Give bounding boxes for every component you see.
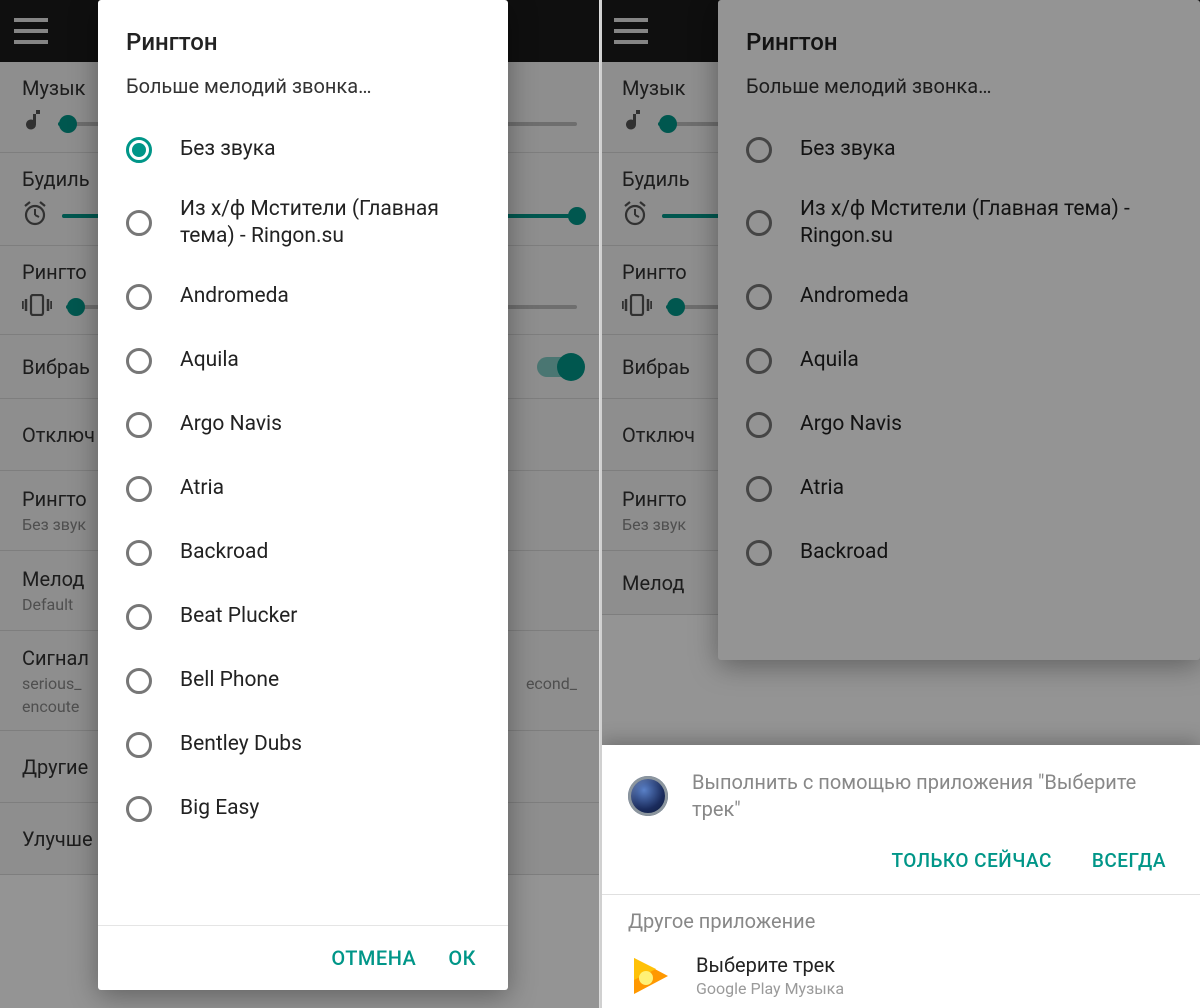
ok-button[interactable]: ОК <box>448 946 476 970</box>
radio-icon <box>126 137 152 163</box>
radio-label: Atria <box>180 475 224 502</box>
dialog-title: Рингтон <box>98 0 508 74</box>
chooser-title: Выполнить с помощью приложения "Выберите… <box>692 769 1172 823</box>
radio-icon <box>126 476 152 502</box>
app-chooser: Выполнить с помощью приложения "Выберите… <box>600 745 1200 1008</box>
radio-label: Bentley Dubs <box>180 731 302 758</box>
radio-icon <box>126 210 152 236</box>
app-icon-primary[interactable] <box>628 776 668 816</box>
screen-right: Музык Будиль Рингто <box>600 0 1200 1008</box>
radio-label: Big Easy <box>180 795 259 822</box>
dialog-actions: ОТМЕНА ОК <box>98 925 508 990</box>
ringtone-dialog: Рингтон Больше мелодий звонка… Без звука… <box>98 0 508 990</box>
chooser-actions: ТОЛЬКО СЕЙЧАС ВСЕГДА <box>600 829 1200 894</box>
screen-left: Музык Будиль <box>0 0 600 1008</box>
radio-option[interactable]: Andromeda <box>98 265 508 329</box>
radio-option[interactable]: Bell Phone <box>98 649 508 713</box>
radio-label: Beat Plucker <box>180 603 297 630</box>
play-music-icon <box>628 954 672 998</box>
radio-icon <box>126 604 152 630</box>
radio-option[interactable]: Aquila <box>98 329 508 393</box>
radio-option[interactable]: Без звука <box>98 118 508 182</box>
radio-option[interactable]: Beat Plucker <box>98 585 508 649</box>
always-button[interactable]: ВСЕГДА <box>1092 849 1166 872</box>
radio-label: Argo Navis <box>180 411 282 438</box>
radio-icon <box>126 412 152 438</box>
radio-option[interactable]: Backroad <box>98 521 508 585</box>
radio-label: Без звука <box>180 136 276 163</box>
radio-icon <box>126 668 152 694</box>
dialog-subtitle[interactable]: Больше мелодий звонка… <box>98 74 508 118</box>
screen-separator <box>600 0 602 1008</box>
radio-option[interactable]: Atria <box>98 457 508 521</box>
chooser-alt-label: Другое приложение <box>600 909 1200 947</box>
radio-option[interactable]: Argo Navis <box>98 393 508 457</box>
cancel-button[interactable]: ОТМЕНА <box>331 946 416 970</box>
radio-icon <box>126 348 152 374</box>
radio-list: Без звука Из х/ф Мстители (Главная тема) … <box>98 118 508 841</box>
radio-icon <box>126 796 152 822</box>
radio-option[interactable]: Bentley Dubs <box>98 713 508 777</box>
radio-icon <box>126 732 152 758</box>
chooser-app-name: Выберите трек <box>696 953 844 977</box>
radio-label: Bell Phone <box>180 667 279 694</box>
radio-label: Aquila <box>180 347 239 374</box>
radio-option[interactable]: Из х/ф Мстители (Главная тема) - Ringon.… <box>98 182 508 265</box>
chooser-app-sub: Google Play Музыка <box>696 979 844 998</box>
radio-icon <box>126 284 152 310</box>
chooser-app-item[interactable]: Выберите трек Google Play Музыка <box>600 947 1200 998</box>
radio-label: Из х/ф Мстители (Главная тема) - Ringon.… <box>180 196 480 251</box>
divider <box>600 894 1200 895</box>
radio-label: Andromeda <box>180 283 289 310</box>
radio-option[interactable]: Big Easy <box>98 777 508 841</box>
just-once-button[interactable]: ТОЛЬКО СЕЙЧАС <box>891 849 1051 872</box>
radio-icon <box>126 540 152 566</box>
radio-label: Backroad <box>180 539 268 566</box>
